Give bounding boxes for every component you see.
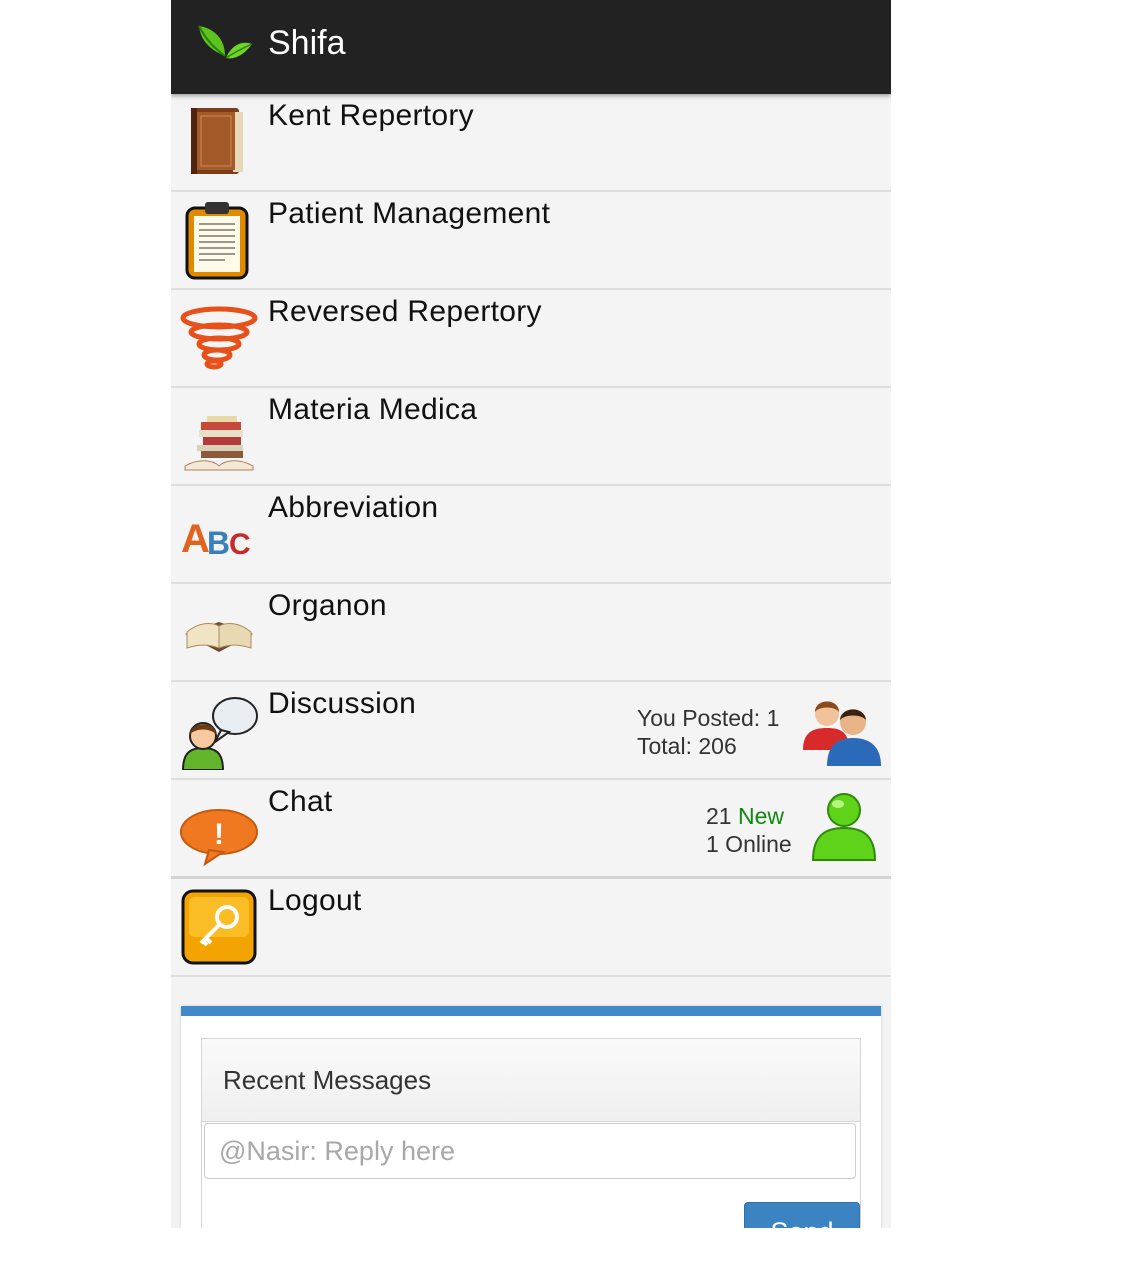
chat-online-count: 1 Online bbox=[706, 831, 792, 857]
menu-item-chat[interactable]: ! Chat 21 New 1 Online bbox=[171, 780, 891, 879]
book-icon bbox=[191, 108, 243, 174]
menu-item-label: Organon bbox=[268, 589, 387, 622]
online-user-icon bbox=[811, 793, 877, 861]
menu-item-materia-medica[interactable]: Materia Medica bbox=[171, 388, 891, 486]
menu-item-label: Logout bbox=[268, 884, 362, 917]
menu-item-abbreviation[interactable]: A B C Abbreviation bbox=[171, 486, 891, 584]
you-posted-count: You Posted: 1 bbox=[637, 705, 780, 731]
tornado-icon bbox=[180, 306, 258, 370]
leaf-logo-icon bbox=[198, 25, 253, 59]
chat-stats: 21 New 1 Online bbox=[706, 802, 792, 858]
menu-item-label: Patient Management bbox=[268, 197, 551, 230]
menu-item-label: Chat bbox=[268, 785, 333, 818]
main-menu: Kent Repertory Patient Management Revers… bbox=[171, 94, 891, 977]
book-stack-icon bbox=[184, 416, 254, 471]
action-bar: Shifa bbox=[171, 0, 891, 94]
total-posts-count: Total: 206 bbox=[637, 733, 737, 759]
menu-item-label: Reversed Repertory bbox=[268, 295, 542, 328]
messages-header: Recent Messages bbox=[202, 1039, 860, 1122]
clipboard-icon bbox=[185, 202, 249, 280]
messages-box: Recent Messages Send bbox=[201, 1038, 861, 1228]
svg-text:!: ! bbox=[214, 818, 224, 851]
app-title: Shifa bbox=[268, 24, 346, 62]
messages-title: Recent Messages bbox=[223, 1065, 432, 1095]
open-book-icon bbox=[185, 622, 253, 652]
abc-icon: A B C bbox=[181, 517, 251, 561]
new-label: New bbox=[737, 803, 784, 829]
key-icon bbox=[181, 889, 257, 965]
menu-item-patient-management[interactable]: Patient Management bbox=[171, 192, 891, 290]
new-count: 21 bbox=[706, 803, 732, 829]
svg-text:A: A bbox=[181, 517, 210, 561]
menu-item-label: Abbreviation bbox=[268, 491, 439, 524]
menu-item-logout[interactable]: Logout bbox=[171, 879, 891, 977]
menu-item-organon[interactable]: Organon bbox=[171, 584, 891, 682]
chat-bubble-icon: ! bbox=[180, 809, 258, 867]
reply-input[interactable] bbox=[204, 1123, 856, 1179]
discussion-icon bbox=[181, 697, 258, 770]
svg-text:B: B bbox=[207, 525, 230, 561]
menu-item-discussion[interactable]: Discussion You Posted: 1 Total: 206 bbox=[171, 682, 891, 780]
recent-messages-panel: Recent Messages Send bbox=[181, 1006, 881, 1228]
menu-item-reversed-repertory[interactable]: Reversed Repertory bbox=[171, 290, 891, 388]
svg-text:C: C bbox=[229, 528, 251, 561]
menu-item-label: Materia Medica bbox=[268, 393, 478, 426]
app-screen: Shifa Kent Repertory Patient Management … bbox=[171, 0, 891, 1228]
send-button[interactable]: Send bbox=[744, 1202, 860, 1228]
discussion-stats: You Posted: 1 Total: 206 bbox=[637, 704, 779, 760]
users-icon bbox=[803, 701, 881, 766]
menu-item-kent-repertory[interactable]: Kent Repertory bbox=[171, 94, 891, 192]
chat-new-count: 21 New bbox=[706, 802, 792, 830]
menu-item-label: Kent Repertory bbox=[268, 99, 474, 132]
menu-item-label: Discussion bbox=[268, 687, 417, 720]
